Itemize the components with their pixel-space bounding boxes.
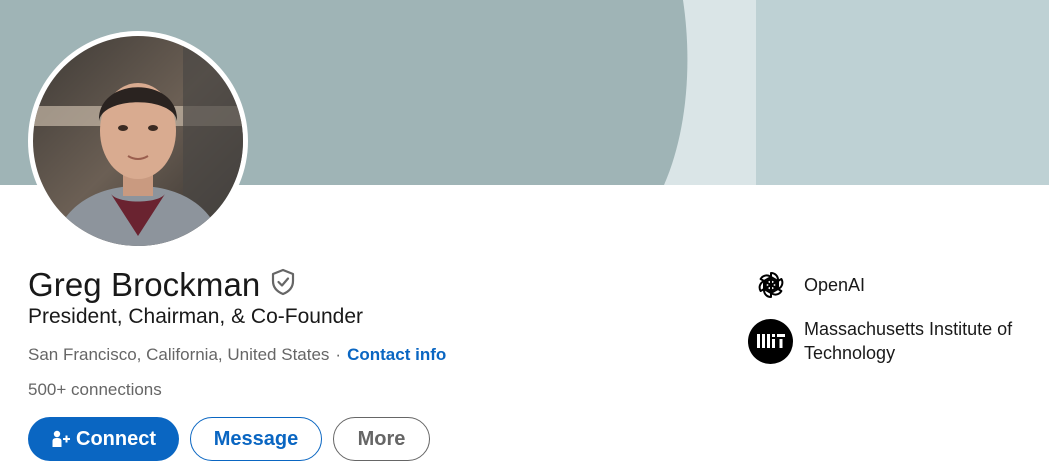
location-separator: ·	[335, 345, 342, 364]
education-mit[interactable]: Massachusetts Institute of Technology	[748, 317, 1044, 365]
profile-headline: President, Chairman, & Co-Founder	[28, 305, 363, 328]
connections-number: 500+	[28, 380, 67, 399]
shield-check-icon[interactable]	[270, 268, 296, 296]
profile-name: Greg Brockman	[28, 266, 261, 303]
profile-location: San Francisco, California, United States	[28, 345, 330, 364]
org-name-mit: Massachusetts Institute of Technology	[804, 319, 1013, 363]
more-button[interactable]: More	[333, 417, 430, 461]
name-row: Greg Brockman	[28, 263, 296, 307]
openai-logo	[748, 262, 793, 307]
profile-photo[interactable]	[28, 31, 248, 251]
mit-logo	[748, 318, 793, 364]
message-button[interactable]: Message	[190, 417, 322, 461]
experience-openai[interactable]: OpenAI	[748, 262, 865, 307]
connect-label: Connect	[76, 427, 156, 450]
connections-count[interactable]: 500+ connections	[28, 380, 162, 400]
location-row: San Francisco, California, United States…	[28, 345, 446, 365]
org-name-openai: OpenAI	[804, 274, 866, 295]
contact-info-link[interactable]: Contact info	[347, 345, 446, 365]
connections-label: connections	[71, 380, 162, 399]
connect-button[interactable]: Connect	[28, 417, 179, 461]
profile-actions: Connect Message More	[28, 417, 430, 461]
add-person-icon	[52, 430, 70, 447]
